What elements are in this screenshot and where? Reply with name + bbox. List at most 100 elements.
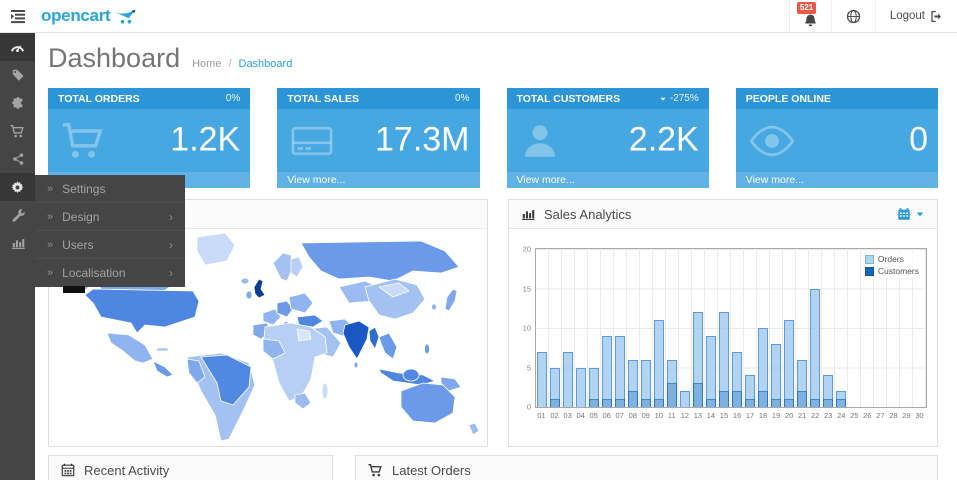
calendar-icon xyxy=(61,463,75,477)
flyout-item-settings[interactable]: » Settings xyxy=(35,175,185,203)
wrench-icon xyxy=(11,208,25,222)
sidebar-item-catalog[interactable] xyxy=(0,61,35,89)
chart-x-tick: 08 xyxy=(626,411,639,420)
flyout-item-label: Users xyxy=(62,238,93,252)
sidebar-item-extensions[interactable] xyxy=(0,89,35,117)
chart-plot-area: 20151050OrdersCustomers xyxy=(535,248,927,408)
topbar-actions: 521 Logout xyxy=(789,0,957,32)
angle-double-right-icon: » xyxy=(47,183,53,195)
notification-count-badge: 521 xyxy=(797,2,816,14)
recent-activity-heading: Recent Activity xyxy=(49,456,332,480)
flyout-item-label: Settings xyxy=(62,182,105,196)
angle-double-right-icon: » xyxy=(47,211,53,223)
page-header: Dashboard Home / Dashboard xyxy=(48,33,938,74)
bar-chart-icon xyxy=(521,207,535,221)
sidebar-item-sales[interactable] xyxy=(0,117,35,145)
chart-bar-slot xyxy=(848,249,861,407)
chart-x-tick: 30 xyxy=(913,411,926,420)
bar-customers xyxy=(771,399,782,407)
recent-activity-title: Recent Activity xyxy=(84,463,169,478)
tile-total-sales-view-more[interactable]: View more... xyxy=(277,172,479,188)
flyout-stub xyxy=(63,286,85,293)
chart-x-tick: 02 xyxy=(548,411,561,420)
sidebar-item-dashboard[interactable] xyxy=(0,33,35,61)
opencart-cart-mark-icon xyxy=(113,8,139,25)
sales-analytics-chart: 20151050OrdersCustomers 0102030405060708… xyxy=(509,229,937,446)
tile-title: PEOPLE ONLINE xyxy=(746,93,831,105)
share-icon xyxy=(11,152,25,166)
date-range-button[interactable] xyxy=(897,207,925,221)
tile-people-online-header: PEOPLE ONLINE xyxy=(736,88,938,109)
notifications-button[interactable]: 521 xyxy=(789,0,831,32)
calendar-icon xyxy=(897,207,911,221)
bar-orders xyxy=(680,391,691,407)
logout-button[interactable]: Logout xyxy=(875,0,957,32)
tile-total-sales-value: 17.3M xyxy=(375,120,470,159)
legend-swatch xyxy=(865,255,874,264)
bar-customers xyxy=(693,383,704,407)
bar-customers xyxy=(589,399,600,407)
bar-customers xyxy=(667,383,678,407)
chart-bar-slot xyxy=(822,249,835,407)
chart-bar-slot xyxy=(744,249,757,407)
breadcrumb-home[interactable]: Home xyxy=(192,58,221,70)
opencart-logo[interactable]: opencart xyxy=(41,0,139,32)
chart-x-tick: 16 xyxy=(730,411,743,420)
sidebar-item-system[interactable] xyxy=(0,173,35,201)
breadcrumb-current[interactable]: Dashboard xyxy=(239,58,293,70)
tile-change: -275% xyxy=(659,93,699,104)
legend-entry-customers: Customers xyxy=(865,266,919,276)
angle-right-icon: › xyxy=(169,210,173,224)
chart-x-tick: 12 xyxy=(678,411,691,420)
sidebar-item-reports[interactable] xyxy=(0,229,35,257)
chart-bar-slot xyxy=(614,249,627,407)
chart-bar-slot xyxy=(835,249,848,407)
chart-bar-slot xyxy=(679,249,692,407)
bar-customers xyxy=(602,399,613,407)
flyout-item-design[interactable]: »Design› xyxy=(35,203,185,231)
chart-x-tick: 06 xyxy=(600,411,613,420)
chart-bar-slot xyxy=(549,249,562,407)
chart-y-tick: 10 xyxy=(523,324,531,333)
chart-x-tick: 15 xyxy=(717,411,730,420)
chart-legend: OrdersCustomers xyxy=(861,252,923,278)
chart-y-tick: 15 xyxy=(523,284,531,293)
chart-bar-slot xyxy=(627,249,640,407)
legend-label: Customers xyxy=(878,266,919,276)
tile-people-online-body: 0 xyxy=(736,109,938,172)
bar-customers xyxy=(628,391,639,407)
chart-x-tick: 26 xyxy=(861,411,874,420)
flyout-item-users[interactable]: »Users› xyxy=(35,231,185,259)
storefront-button[interactable] xyxy=(831,0,875,32)
sidebar-item-marketing[interactable] xyxy=(0,145,35,173)
sidebar-toggle-button[interactable] xyxy=(0,0,35,32)
legend-swatch xyxy=(865,267,874,276)
angle-right-icon: › xyxy=(169,238,173,252)
chart-x-tick: 11 xyxy=(665,411,678,420)
chart-x-tick: 23 xyxy=(822,411,835,420)
gear-icon xyxy=(10,180,25,195)
tile-people-online-view-more[interactable]: View more... xyxy=(736,172,938,188)
sidebar-item-tools[interactable] xyxy=(0,201,35,229)
flyout-item-localisation[interactable]: »Localisation› xyxy=(35,259,185,287)
recent-activity-panel: Recent Activity xyxy=(48,455,333,480)
bell-icon xyxy=(803,12,818,27)
chart-x-tick: 10 xyxy=(652,411,665,420)
topbar: opencart 521 Logout xyxy=(0,0,957,33)
chart-bar-slot xyxy=(562,249,575,407)
bar-customers xyxy=(641,399,652,407)
bar-customers xyxy=(550,399,561,407)
bar-orders xyxy=(563,352,574,407)
chart-bar-slot xyxy=(718,249,731,407)
bar-orders xyxy=(537,352,548,407)
stat-tiles: TOTAL ORDERS0%1.2KView more...TOTAL SALE… xyxy=(48,88,938,188)
tile-total-customers-header: TOTAL CUSTOMERS-275% xyxy=(507,88,709,109)
bar-orders xyxy=(615,336,626,407)
chart-x-tick: 05 xyxy=(587,411,600,420)
dashboard-icon xyxy=(10,40,25,55)
tile-total-customers-view-more[interactable]: View more... xyxy=(507,172,709,188)
bar-customers xyxy=(784,399,795,407)
tile-total-customers-value: 2.2K xyxy=(629,120,699,159)
tile-change: 0% xyxy=(226,93,240,104)
bar-customers xyxy=(745,399,756,407)
